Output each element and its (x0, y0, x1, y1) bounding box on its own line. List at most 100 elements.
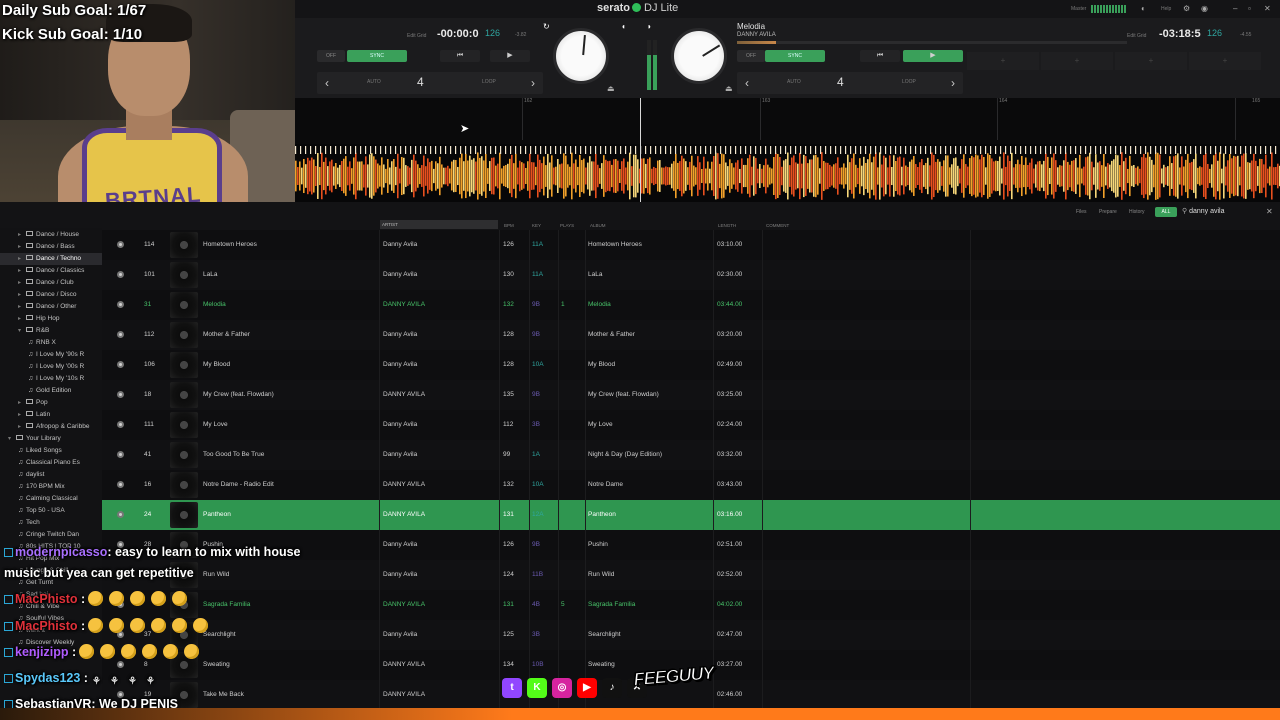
sidebar-item[interactable]: ▾ Your Library (0, 433, 102, 445)
sidebar-item[interactable]: ▸ Dance / Classics (0, 265, 102, 277)
deck-a-loop-size[interactable]: 4 (417, 75, 424, 89)
tab-history[interactable]: History (1129, 209, 1145, 215)
sidebar-item[interactable]: ▸ Dance / Disco (0, 289, 102, 301)
sidebar-item[interactable]: ♫ Classical Piano Es (0, 457, 102, 469)
column-comment[interactable]: COMMENT (766, 223, 789, 228)
chevron-right-icon[interactable]: ▸ (18, 229, 26, 241)
deck-b-sync-button[interactable]: SYNC (765, 50, 825, 62)
deck-b-auto-label[interactable]: AUTO (787, 79, 801, 85)
tab-prepare[interactable]: Prepare (1099, 209, 1117, 215)
chevron-right-icon[interactable]: ▸ (18, 409, 26, 421)
deck-a-eject-icon[interactable]: ⏏ (607, 84, 615, 93)
deck-a-sync-button[interactable]: SYNC (347, 50, 407, 62)
deck-b-eject-icon[interactable]: ⏏ (725, 84, 733, 93)
deck-b-loop-label[interactable]: LOOP (902, 79, 916, 85)
sidebar-item[interactable]: ♫ Tech (0, 517, 102, 529)
sidebar-item[interactable]: ♫ I Love My '00s R (0, 361, 102, 373)
track-row[interactable]: 112 Mother & Father Danny Avila 128 9B Mother… (102, 320, 1280, 350)
sidebar-item[interactable]: ▸ Latin (0, 409, 102, 421)
account-icon[interactable]: ◉ (1201, 4, 1208, 13)
chevron-right-icon[interactable]: ▸ (18, 241, 26, 253)
hotcue-3[interactable]: + (1115, 52, 1187, 70)
hotcue-1[interactable]: + (967, 52, 1039, 70)
chevron-right-icon[interactable]: ▸ (18, 421, 26, 433)
track-row[interactable]: 37 Searchlight Danny Avila 125 3B Searchlight… (102, 620, 1280, 650)
chevron-right-icon[interactable]: ▸ (18, 301, 26, 313)
deck-b-loop-size[interactable]: 4 (837, 75, 844, 89)
maximize-icon[interactable]: ▫ (1248, 4, 1251, 13)
sidebar-item[interactable]: ♫ Top 50 - USA (0, 505, 102, 517)
deck-a-play-button[interactable]: ▶ (490, 50, 530, 62)
chevron-down-icon[interactable]: ▾ (18, 325, 26, 337)
track-row[interactable]: Sagrada Familia DANNY AVILA 131 4B 5 Sagrada … (102, 590, 1280, 620)
sidebar-item[interactable]: ♫ 170 BPM Mix (0, 481, 102, 493)
sidebar-item[interactable]: ▸ Dance / House (0, 229, 102, 241)
deck-a-loop-next[interactable]: › (525, 75, 541, 91)
track-row[interactable]: 41 Too Good To Be True Danny Avila 99 1A Nigh… (102, 440, 1280, 470)
sidebar-item[interactable]: ♫ I Love My '10s R (0, 373, 102, 385)
deck-b-loop-prev[interactable]: ‹ (739, 75, 755, 91)
search-clear-icon[interactable]: ✕ (1266, 207, 1273, 216)
sidebar-item[interactable]: ▸ Pop (0, 397, 102, 409)
hotcue-4[interactable]: + (1189, 52, 1261, 70)
search-field[interactable]: ⚲ danny avila (1182, 207, 1267, 218)
sidebar-item[interactable]: ▸ Dance / Techno (0, 253, 102, 265)
track-row[interactable]: 114 Hometown Heroes Danny Avila 126 11A Homet… (102, 230, 1280, 260)
deck-b-play-button[interactable]: ▶ (903, 50, 963, 62)
tab-files[interactable]: Files (1076, 209, 1087, 215)
track-row[interactable]: 111 My Love Danny Avila 112 3B My Love 02:24.0… (102, 410, 1280, 440)
column-bpm[interactable]: BPM (504, 223, 514, 228)
column-key[interactable]: KEY (532, 223, 541, 228)
deck-b-edit-grid[interactable]: Edit Grid (1127, 33, 1146, 39)
search-input[interactable]: danny avila (1189, 208, 1224, 215)
chevron-right-icon[interactable]: ▸ (18, 253, 26, 265)
deck-a-loop-prev[interactable]: ‹ (319, 75, 335, 91)
waveform[interactable] (295, 144, 1280, 200)
waveform-overview[interactable]: 162 163 164 165 ➤ (295, 98, 1280, 202)
column-album[interactable]: ALBUM (590, 223, 606, 228)
sidebar-item[interactable]: ▸ Dance / Club (0, 277, 102, 289)
sidebar-item[interactable]: ♫ I Love My '90s R (0, 349, 102, 361)
track-row[interactable]: 106 My Blood Danny Avila 128 10A My Blood 02:4… (102, 350, 1280, 380)
chevron-right-icon[interactable]: ▸ (18, 265, 26, 277)
sidebar-item[interactable]: ▾ R&B (0, 325, 102, 337)
deck-b-platter[interactable] (671, 28, 727, 84)
chevron-right-icon[interactable]: ▸ (18, 289, 26, 301)
hotcue-2[interactable]: + (1041, 52, 1113, 70)
tab-all[interactable]: ALL (1155, 207, 1177, 217)
track-row[interactable]: 101 LaLa Danny Avila 130 11A LaLa 02:30.00 (102, 260, 1280, 290)
track-row[interactable]: 31 Melodia DANNY AVILA 132 9B 1 Melodia 03:44.0… (102, 290, 1280, 320)
track-row[interactable]: Run Wild Danny Avila 124 11B Run Wild 02:52.0… (102, 560, 1280, 590)
deck-a-cue-button[interactable]: ⏮ (440, 50, 480, 62)
column-plays[interactable]: PLAYS (560, 223, 574, 228)
deck-b-cue-button[interactable]: ⏮ (860, 50, 900, 62)
minimize-icon[interactable]: – (1233, 4, 1237, 13)
column-artist[interactable]: ARTIST (380, 220, 498, 229)
column-length[interactable]: LENGTH (718, 223, 736, 228)
gear-icon[interactable]: ⚙ (1183, 4, 1190, 13)
sidebar-item[interactable]: ▸ Hip Hop (0, 313, 102, 325)
deck-b-loop-next[interactable]: › (945, 75, 961, 91)
deck-a-edit-grid[interactable]: Edit Grid (407, 33, 426, 39)
track-row[interactable]: 24 Pantheon DANNY AVILA 131 12A Pantheon 03:16… (102, 500, 1280, 530)
deck-b-progress[interactable] (737, 41, 1127, 44)
chevron-right-icon[interactable]: ▸ (18, 277, 26, 289)
sidebar-item[interactable]: ♫ daylist (0, 469, 102, 481)
close-icon[interactable]: ✕ (1264, 4, 1271, 13)
deck-a-auto-label[interactable]: AUTO (367, 79, 381, 85)
sidebar-item[interactable]: ▸ Afropop & Caribbe (0, 421, 102, 433)
track-row[interactable]: 16 Notre Dame - Radio Edit DANNY AVILA 132 1… (102, 470, 1280, 500)
sidebar-item[interactable]: ▸ Dance / Bass (0, 241, 102, 253)
sidebar-item[interactable]: ♫ Gold Edition (0, 385, 102, 397)
deck-b-off-button[interactable]: OFF (737, 50, 765, 62)
deck-a-platter[interactable] (553, 28, 609, 84)
chevron-down-icon[interactable]: ▾ (8, 433, 16, 445)
deck-a-loop-label[interactable]: LOOP (482, 79, 496, 85)
sidebar-item[interactable]: ♫ Liked Songs (0, 445, 102, 457)
sidebar-item[interactable]: ♫ Cringe Twitch Dan (0, 529, 102, 541)
track-row[interactable]: 18 My Crew (feat. Flowdan) DANNY AVILA 135 9… (102, 380, 1280, 410)
deck-a-off-button[interactable]: OFF (317, 50, 345, 62)
help-menu[interactable]: Help (1161, 6, 1171, 12)
chevron-right-icon[interactable]: ▸ (18, 397, 26, 409)
sidebar-item[interactable]: ♫ RNB X (0, 337, 102, 349)
